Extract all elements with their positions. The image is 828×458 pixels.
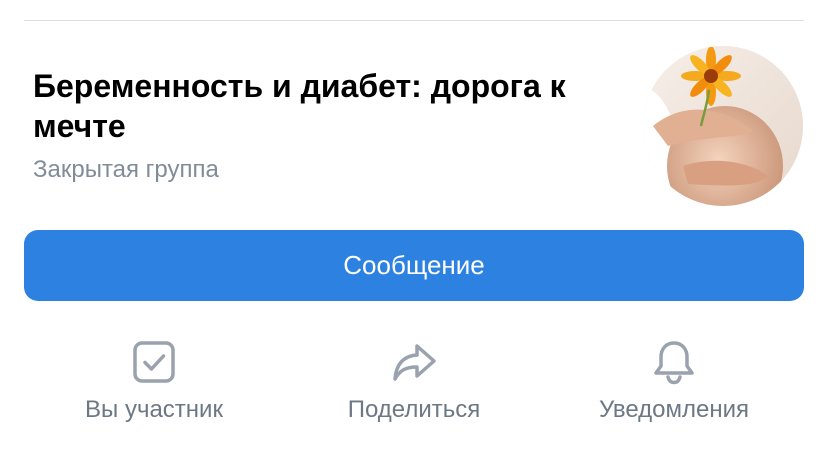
checkbox-checked-icon xyxy=(128,336,180,388)
share-button[interactable]: Поделиться xyxy=(284,336,544,436)
avatar-image xyxy=(643,46,803,206)
member-status-button[interactable]: Вы участник xyxy=(24,336,284,436)
notifications-label: Уведомления xyxy=(598,396,750,423)
group-avatar[interactable] xyxy=(643,46,803,206)
group-title: Беременность и диабет: дорога к мечте xyxy=(33,68,566,144)
share-arrow-icon xyxy=(388,336,440,388)
share-label: Поделиться xyxy=(347,396,481,423)
notifications-button[interactable]: Уведомления xyxy=(544,336,804,436)
top-divider xyxy=(24,20,804,21)
bell-icon xyxy=(648,336,700,388)
group-type-label: Закрытая группа xyxy=(33,156,219,183)
message-button[interactable]: Сообщение xyxy=(24,230,804,301)
member-status-label: Вы участник xyxy=(85,396,223,423)
